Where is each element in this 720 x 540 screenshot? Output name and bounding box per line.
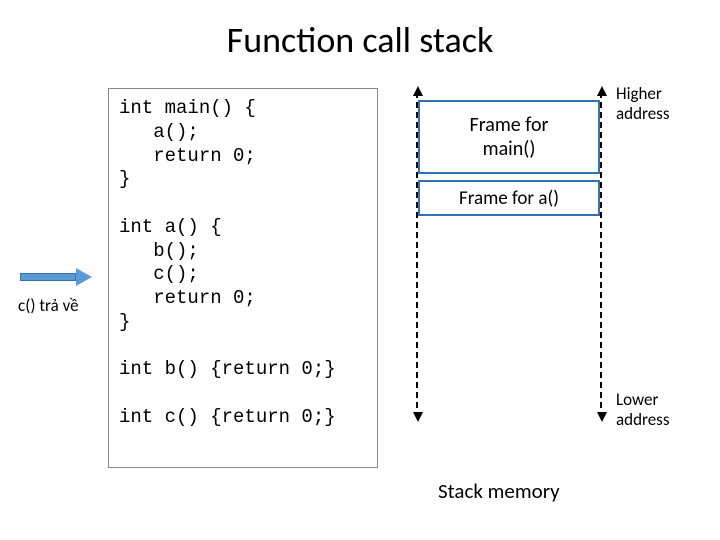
page-title: Function call stack: [0, 18, 720, 62]
stack-memory-region: Frame formain() Frame for a(): [416, 92, 602, 418]
code-listing: int main() { a(); return 0; } int a() { …: [108, 88, 378, 468]
arrowhead-down-icon: [597, 412, 607, 422]
arrowhead-down-icon: [413, 412, 423, 422]
higher-address-label: Higheraddress: [616, 84, 669, 123]
arrow-label: c() trả về: [18, 295, 79, 316]
return-arrow-icon: [20, 270, 92, 284]
arrowhead-up-icon: [597, 86, 607, 96]
stack-frame-main: Frame formain(): [418, 100, 600, 174]
stack-frame-a: Frame for a(): [418, 180, 600, 216]
arrowhead-up-icon: [413, 86, 423, 96]
stack-caption: Stack memory: [438, 478, 560, 504]
lower-address-label: Loweraddress: [616, 390, 669, 429]
